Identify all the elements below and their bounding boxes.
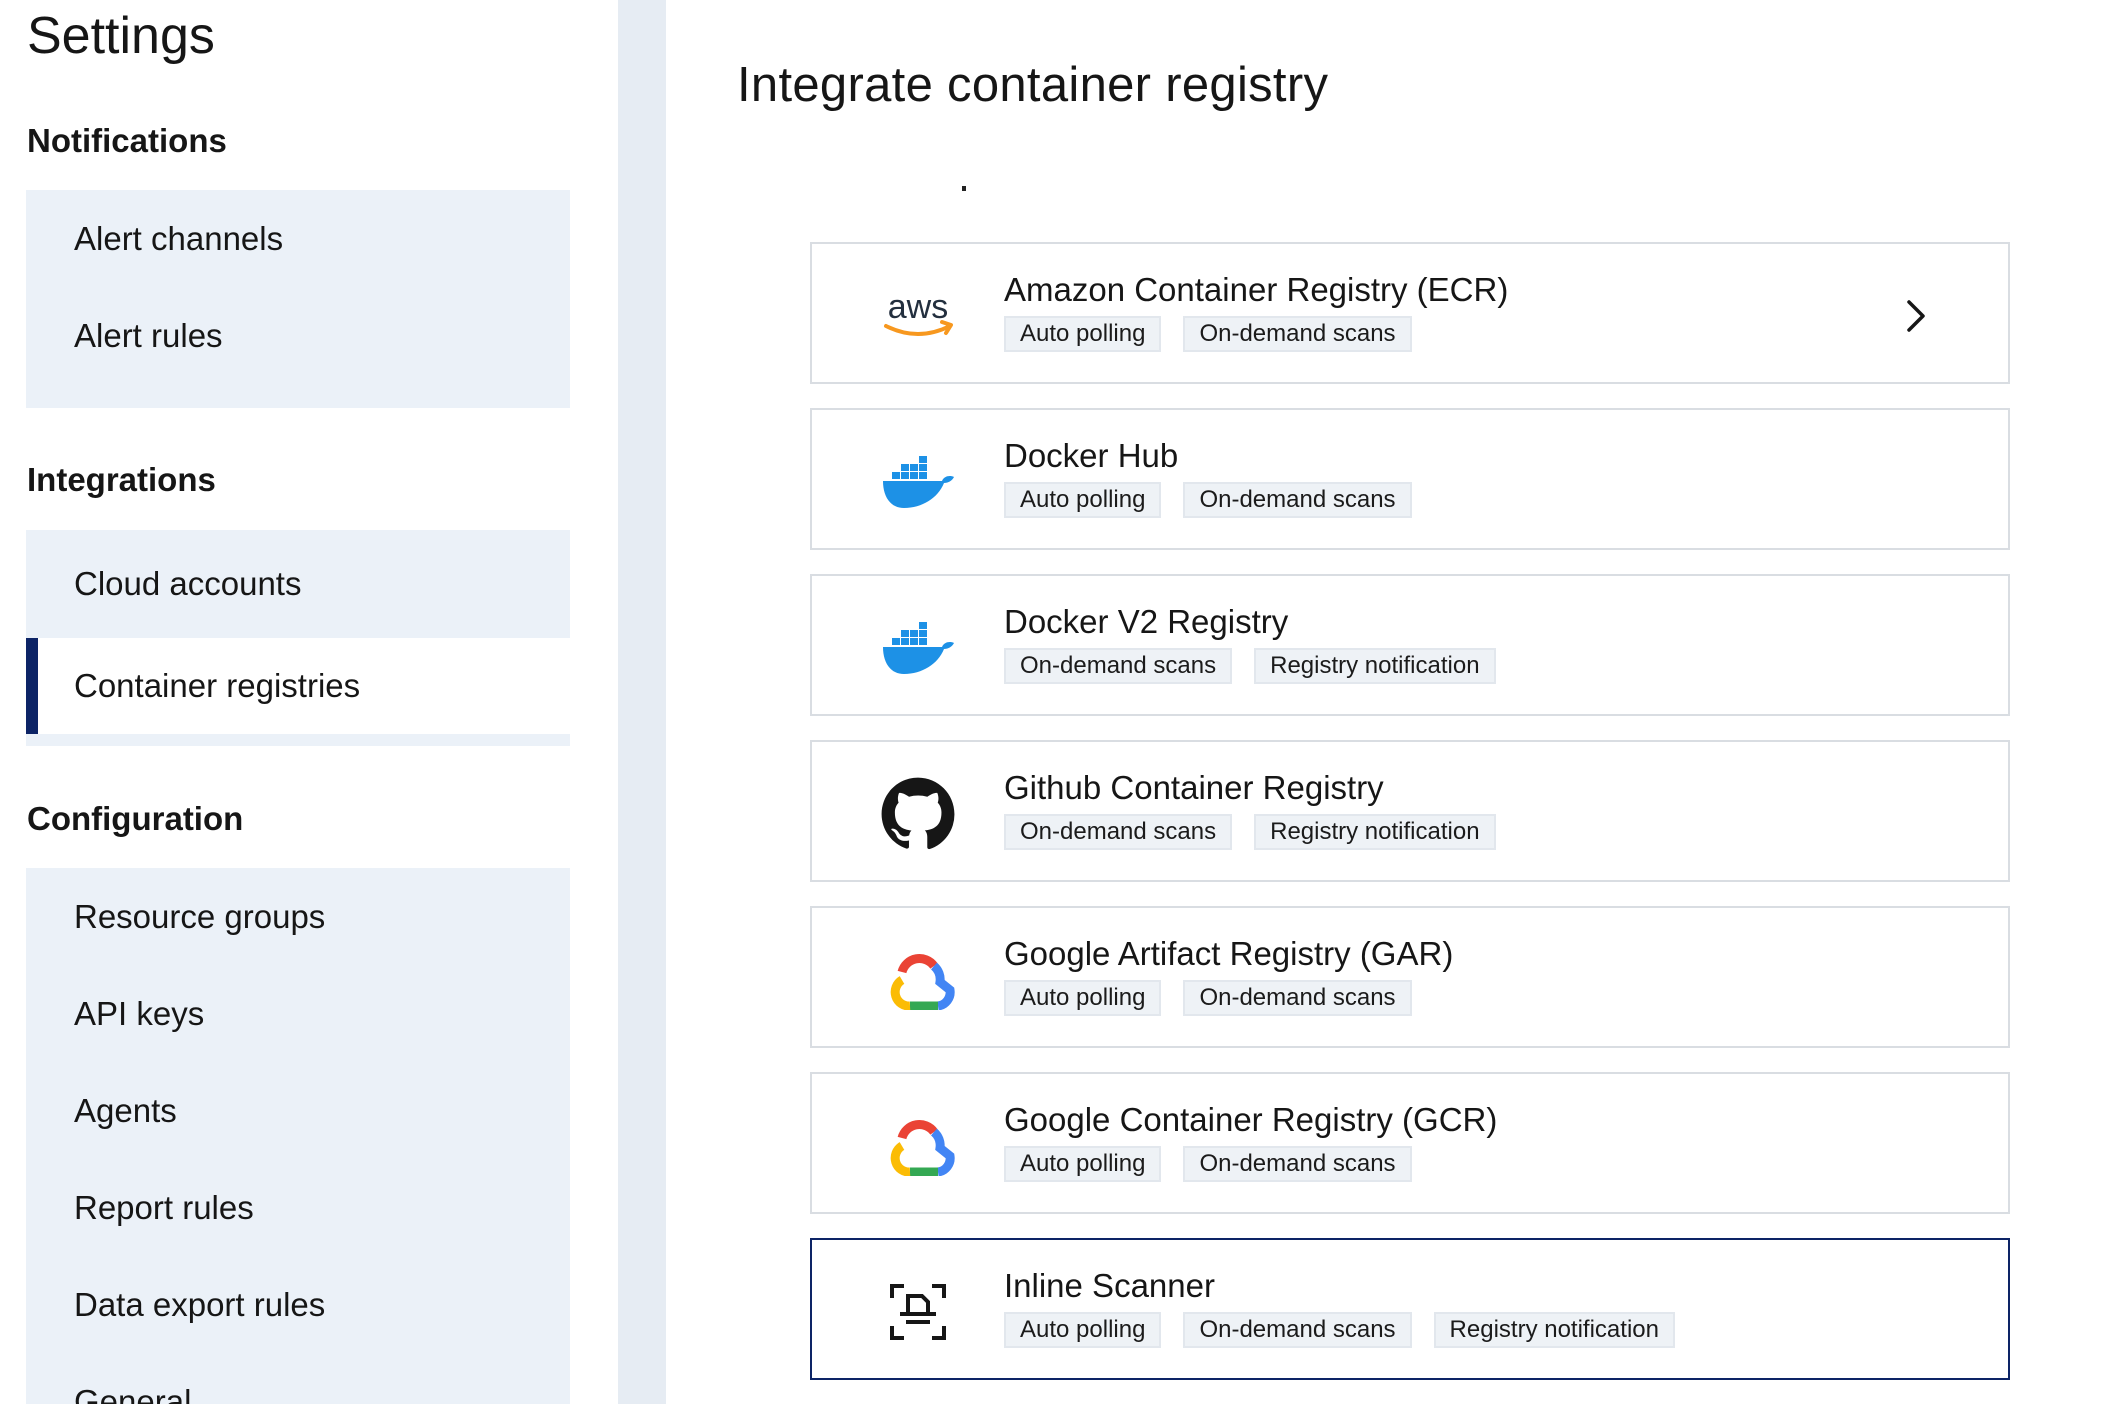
- capability-tag: Registry notification: [1433, 1312, 1675, 1348]
- registry-card-gar[interactable]: Google Artifact Registry (GAR) Auto poll…: [810, 906, 2010, 1048]
- settings-sidebar: Settings Notifications Alert channels Al…: [0, 0, 618, 1404]
- sidebar-item-general[interactable]: General: [26, 1353, 570, 1404]
- google-cloud-logo-icon: [880, 1108, 956, 1184]
- svg-text:aws: aws: [888, 288, 948, 326]
- nav-group-notifications: Alert channels Alert rules: [26, 190, 570, 408]
- registry-name: Docker Hub: [1004, 437, 1179, 474]
- registry-name: Google Container Registry (GCR): [1004, 1101, 1498, 1138]
- registry-name: Amazon Container Registry (ECR): [1004, 271, 1509, 308]
- sidebar-divider: [618, 0, 666, 1404]
- sidebar-item-label: Report rules: [74, 1188, 254, 1226]
- sidebar-item-label: Data export rules: [74, 1285, 326, 1323]
- chevron-right-icon: [1896, 296, 1936, 336]
- capability-tag: On-demand scans: [1183, 980, 1412, 1016]
- section-heading-configuration: Configuration: [27, 800, 244, 837]
- sidebar-item-report-rules[interactable]: Report rules: [26, 1159, 570, 1256]
- registry-card-github[interactable]: Github Container Registry On-demand scan…: [810, 740, 2010, 882]
- google-cloud-logo-icon: [880, 942, 956, 1018]
- section-heading-integrations: Integrations: [27, 461, 216, 498]
- sidebar-item-data-export-rules[interactable]: Data export rules: [26, 1256, 570, 1353]
- capability-tag: Auto polling: [1004, 1146, 1162, 1182]
- registry-card-gcr[interactable]: Google Container Registry (GCR) Auto pol…: [810, 1072, 2010, 1214]
- capability-tag: Auto polling: [1004, 316, 1162, 352]
- registry-card-inline-scanner[interactable]: Inline Scanner Auto polling On-demand sc…: [810, 1238, 2010, 1380]
- nav-group-integrations: Cloud accounts Container registries: [26, 530, 570, 746]
- capability-tag: Registry notification: [1254, 648, 1496, 684]
- sidebar-item-alert-rules[interactable]: Alert rules: [26, 287, 570, 384]
- capability-tag: On-demand scans: [1004, 648, 1233, 684]
- capability-tag: On-demand scans: [1183, 316, 1412, 352]
- sidebar-item-label: API keys: [74, 994, 205, 1032]
- dot-marker: [962, 186, 966, 191]
- registry-card-docker-v2[interactable]: Docker V2 Registry On-demand scans Regis…: [810, 574, 2010, 716]
- capability-tag: Auto polling: [1004, 482, 1162, 518]
- sidebar-item-cloud-accounts[interactable]: Cloud accounts: [26, 530, 570, 638]
- main-content: Integrate container registry aws Amazon …: [666, 0, 2128, 1404]
- inline-scanner-icon: [880, 1274, 956, 1350]
- capability-tag: Registry notification: [1254, 814, 1496, 850]
- page-title: Integrate container registry: [737, 58, 1329, 112]
- sidebar-item-agents[interactable]: Agents: [26, 1062, 570, 1159]
- registry-name: Github Container Registry: [1004, 769, 1384, 806]
- capability-tag: Auto polling: [1004, 1312, 1162, 1348]
- sidebar-item-label: Alert channels: [74, 219, 284, 257]
- capability-tag: On-demand scans: [1183, 1146, 1412, 1182]
- github-logo-icon: [880, 776, 956, 852]
- sidebar-item-label: Alert rules: [74, 316, 223, 354]
- sidebar-item-alert-channels[interactable]: Alert channels: [26, 190, 570, 287]
- section-heading-notifications: Notifications: [27, 122, 227, 159]
- registry-card-ecr[interactable]: aws Amazon Container Registry (ECR) Auto…: [810, 242, 2010, 384]
- registry-list: aws Amazon Container Registry (ECR) Auto…: [810, 242, 2010, 1404]
- nav-group-configuration: Resource groups API keys Agents Report r…: [26, 868, 570, 1404]
- capability-tag: On-demand scans: [1183, 1312, 1412, 1348]
- aws-logo-icon: aws: [880, 278, 956, 354]
- docker-logo-icon: [880, 610, 956, 686]
- sidebar-item-api-keys[interactable]: API keys: [26, 965, 570, 1062]
- sidebar-item-container-registries[interactable]: Container registries: [26, 638, 570, 734]
- sidebar-item-label: Agents: [74, 1091, 177, 1129]
- capability-tag: On-demand scans: [1004, 814, 1233, 850]
- sidebar-item-label: Container registries: [74, 667, 361, 704]
- sidebar-item-label: Cloud accounts: [74, 565, 302, 602]
- docker-logo-icon: [880, 444, 956, 520]
- sidebar-item-label: General: [74, 1382, 192, 1404]
- sidebar-item-label: Resource groups: [74, 897, 326, 935]
- sidebar-title: Settings: [27, 7, 215, 65]
- registry-name: Google Artifact Registry (GAR): [1004, 935, 1454, 972]
- registry-card-docker-hub[interactable]: Docker Hub Auto polling On-demand scans: [810, 408, 2010, 550]
- capability-tag: Auto polling: [1004, 980, 1162, 1016]
- registry-name: Docker V2 Registry: [1004, 603, 1289, 640]
- capability-tag: On-demand scans: [1183, 482, 1412, 518]
- sidebar-item-resource-groups[interactable]: Resource groups: [26, 868, 570, 965]
- registry-name: Inline Scanner: [1004, 1267, 1215, 1304]
